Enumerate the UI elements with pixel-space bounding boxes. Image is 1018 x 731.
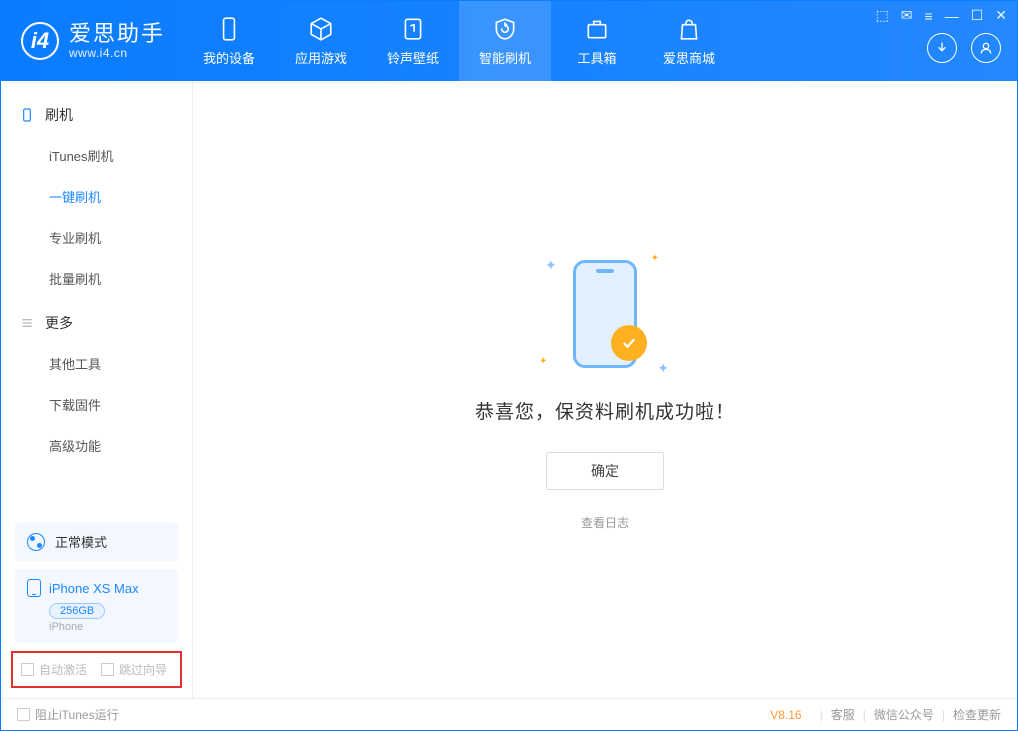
cube-icon bbox=[308, 16, 334, 42]
view-log-link[interactable]: 查看日志 bbox=[581, 514, 629, 531]
nav-label: 应用游戏 bbox=[295, 48, 347, 67]
phone-icon bbox=[216, 16, 242, 42]
app-title: 爱思助手 bbox=[69, 22, 165, 46]
nav-label: 铃声壁纸 bbox=[387, 48, 439, 67]
sidebar-item-itunes-flash[interactable]: iTunes刷机 bbox=[1, 135, 192, 176]
bag-icon bbox=[676, 16, 702, 42]
sparkle-icon: ✦ bbox=[545, 257, 557, 274]
divider: | bbox=[863, 708, 866, 722]
nav-tabs: 我的设备 应用游戏 铃声壁纸 智能刷机 工具箱 爱思商城 bbox=[183, 1, 735, 81]
mode-box[interactable]: 正常模式 bbox=[15, 522, 178, 561]
logo-area: i4 爱思助手 www.i4.cn bbox=[1, 22, 183, 60]
storage-badge: 256GB bbox=[49, 603, 105, 619]
sidebar-item-download-firmware[interactable]: 下载固件 bbox=[1, 384, 192, 425]
success-illustration: ✦ ✦ ✦ ✦ bbox=[535, 249, 675, 379]
success-message: 恭喜您，保资料刷机成功啦！ bbox=[475, 397, 735, 424]
ok-button[interactable]: 确定 bbox=[546, 452, 664, 490]
sidebar-section-title: 更多 bbox=[45, 313, 73, 333]
divider: | bbox=[942, 708, 945, 722]
sidebar-item-oneclick-flash[interactable]: 一键刷机 bbox=[1, 176, 192, 217]
sidebar-section-title: 刷机 bbox=[45, 105, 73, 125]
check-badge-icon bbox=[611, 325, 647, 361]
checkbox-label: 自动激活 bbox=[39, 661, 87, 678]
sidebar-item-pro-flash[interactable]: 专业刷机 bbox=[1, 217, 192, 258]
checkbox-icon bbox=[21, 663, 34, 676]
nav-tab-device[interactable]: 我的设备 bbox=[183, 1, 275, 81]
footer-link-wechat[interactable]: 微信公众号 bbox=[874, 706, 934, 723]
sidebar-bottom: 正常模式 iPhone XS Max 256GB iPhone 自动激活 bbox=[1, 514, 192, 698]
nav-tab-ringtone[interactable]: 铃声壁纸 bbox=[367, 1, 459, 81]
footer-link-update[interactable]: 检查更新 bbox=[953, 706, 1001, 723]
body: 刷机 iTunes刷机 一键刷机 专业刷机 批量刷机 更多 其他工具 下载固件 … bbox=[1, 81, 1017, 698]
checkbox-icon bbox=[101, 663, 114, 676]
maximize-button[interactable]: ☐ bbox=[971, 7, 984, 24]
sidebar-item-batch-flash[interactable]: 批量刷机 bbox=[1, 258, 192, 299]
sidebar-section-flash: 刷机 iTunes刷机 一键刷机 专业刷机 批量刷机 bbox=[1, 95, 192, 303]
nav-tab-store[interactable]: 爱思商城 bbox=[643, 1, 735, 81]
header: i4 爱思助手 www.i4.cn 我的设备 应用游戏 铃声壁纸 智能刷机 bbox=[1, 1, 1017, 81]
header-action-icons bbox=[927, 33, 1001, 63]
sidebar-item-other-tools[interactable]: 其他工具 bbox=[1, 343, 192, 384]
mode-icon bbox=[27, 533, 45, 551]
checkbox-auto-activate[interactable]: 自动激活 bbox=[21, 661, 87, 678]
divider: | bbox=[820, 708, 823, 722]
tshirt-icon[interactable]: ⬚ bbox=[876, 7, 889, 24]
checkbox-skip-guide[interactable]: 跳过向导 bbox=[101, 661, 167, 678]
sidebar-header-more: 更多 bbox=[1, 303, 192, 343]
sidebar-section-more: 更多 其他工具 下载固件 高级功能 bbox=[1, 303, 192, 470]
mode-label: 正常模式 bbox=[55, 532, 107, 551]
close-button[interactable]: ✕ bbox=[995, 7, 1007, 24]
checkbox-label: 阻止iTunes运行 bbox=[35, 706, 119, 723]
main-content: ✦ ✦ ✦ ✦ 恭喜您，保资料刷机成功啦！ 确定 查看日志 bbox=[193, 81, 1017, 698]
device-type: iPhone bbox=[49, 621, 166, 633]
briefcase-icon bbox=[584, 16, 610, 42]
device-box[interactable]: iPhone XS Max 256GB iPhone bbox=[15, 569, 178, 643]
window-controls: ⬚ ✉ ≡ ― ☐ ✕ bbox=[876, 7, 1007, 24]
music-file-icon bbox=[400, 16, 426, 42]
checkbox-icon bbox=[17, 708, 30, 721]
list-icon bbox=[19, 315, 35, 331]
nav-label: 智能刷机 bbox=[479, 48, 531, 67]
version-label: V8.16 bbox=[770, 708, 801, 722]
feedback-icon[interactable]: ✉ bbox=[901, 7, 913, 24]
nav-label: 我的设备 bbox=[203, 48, 255, 67]
nav-tab-apps[interactable]: 应用游戏 bbox=[275, 1, 367, 81]
nav-label: 爱思商城 bbox=[663, 48, 715, 67]
checkbox-block-itunes[interactable]: 阻止iTunes运行 bbox=[17, 706, 119, 723]
sidebar-header-flash: 刷机 bbox=[1, 95, 192, 135]
logo-text: 爱思助手 www.i4.cn bbox=[69, 22, 165, 59]
nav-tab-flash[interactable]: 智能刷机 bbox=[459, 1, 551, 81]
sidebar: 刷机 iTunes刷机 一键刷机 专业刷机 批量刷机 更多 其他工具 下载固件 … bbox=[1, 81, 193, 698]
menu-icon[interactable]: ≡ bbox=[925, 8, 933, 24]
device-phone-icon bbox=[27, 579, 41, 597]
sidebar-item-advanced[interactable]: 高级功能 bbox=[1, 425, 192, 466]
device-header: iPhone XS Max bbox=[27, 579, 166, 597]
device-name: iPhone XS Max bbox=[49, 581, 139, 596]
user-icon[interactable] bbox=[971, 33, 1001, 63]
footer-link-support[interactable]: 客服 bbox=[831, 706, 855, 723]
sparkle-icon: ✦ bbox=[539, 356, 547, 367]
nav-label: 工具箱 bbox=[578, 48, 617, 67]
footer: 阻止iTunes运行 V8.16 | 客服 | 微信公众号 | 检查更新 bbox=[1, 698, 1017, 730]
checkbox-label: 跳过向导 bbox=[119, 661, 167, 678]
phone-outline-icon bbox=[19, 107, 35, 123]
refresh-shield-icon bbox=[492, 16, 518, 42]
logo-icon: i4 bbox=[21, 22, 59, 60]
nav-tab-toolbox[interactable]: 工具箱 bbox=[551, 1, 643, 81]
download-icon[interactable] bbox=[927, 33, 957, 63]
minimize-button[interactable]: ― bbox=[945, 8, 959, 24]
app-window: i4 爱思助手 www.i4.cn 我的设备 应用游戏 铃声壁纸 智能刷机 bbox=[0, 0, 1018, 731]
app-subtitle: www.i4.cn bbox=[69, 47, 165, 60]
sparkle-icon: ✦ bbox=[651, 253, 659, 264]
footer-right: V8.16 | 客服 | 微信公众号 | 检查更新 bbox=[770, 706, 1001, 723]
highlighted-checkbox-row: 自动激活 跳过向导 bbox=[11, 651, 182, 688]
sparkle-icon: ✦ bbox=[657, 360, 669, 377]
